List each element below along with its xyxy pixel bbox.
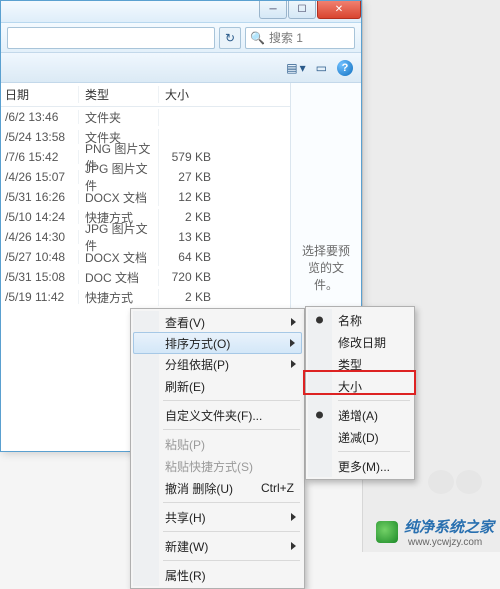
preview-pane-button[interactable]: ▭: [316, 61, 327, 75]
table-row[interactable]: /5/31 16:26DOCX 文档12 KB: [1, 187, 290, 207]
column-headers[interactable]: 日期 类型 大小: [1, 83, 290, 107]
preview-icon: ▭: [316, 61, 327, 75]
view-icon: ▤: [286, 61, 297, 75]
sort-submenu: 名称 修改日期 类型 大小 递增(A) 递减(D) 更多(M)...: [305, 306, 415, 480]
chevron-right-icon: [291, 513, 296, 521]
maximize-button[interactable]: ☐: [288, 1, 316, 19]
watermark-url: www.ycwjzy.com: [408, 537, 494, 548]
menu-paste: 粘贴(P): [133, 433, 302, 455]
sort-ascending[interactable]: 递增(A): [308, 404, 412, 426]
menu-customize-folder[interactable]: 自定义文件夹(F)...: [133, 404, 302, 426]
sort-type[interactable]: 类型: [308, 353, 412, 375]
view-mode-button[interactable]: ▤ ▾: [286, 61, 305, 75]
search-input[interactable]: 🔍 搜索 1: [245, 27, 355, 49]
preview-placeholder: 选择要预览的文件。: [297, 242, 355, 293]
toolbar: ▤ ▾ ▭ ?: [1, 53, 361, 83]
chevron-right-icon: [291, 542, 296, 550]
navigation-bar: ↻ 🔍 搜索 1: [1, 23, 361, 53]
context-menu: 查看(V) 排序方式(O) 分组依据(P) 刷新(E) 自定义文件夹(F)...…: [130, 308, 305, 589]
search-placeholder: 搜索 1: [269, 29, 303, 46]
sort-size[interactable]: 大小: [308, 375, 412, 397]
decorative-paws: [430, 472, 480, 492]
sort-modified-date[interactable]: 修改日期: [308, 331, 412, 353]
watermark: 纯净系统之家 www.ycwjzy.com: [376, 516, 494, 548]
radio-checked-icon: [316, 412, 323, 419]
close-button[interactable]: ✕: [317, 1, 361, 19]
table-row[interactable]: /6/2 13:46文件夹: [1, 107, 290, 127]
radio-checked-icon: [316, 317, 323, 324]
table-row[interactable]: /5/27 10:48DOCX 文档64 KB: [1, 247, 290, 267]
header-type[interactable]: 类型: [79, 86, 159, 103]
header-date[interactable]: 日期: [1, 86, 79, 103]
chevron-right-icon: [291, 318, 296, 326]
minimize-button[interactable]: ─: [259, 1, 287, 19]
chevron-right-icon: [290, 339, 295, 347]
watermark-title: 纯净系统之家: [404, 516, 494, 537]
menu-refresh[interactable]: 刷新(E): [133, 375, 302, 397]
menu-properties[interactable]: 属性(R): [133, 564, 302, 586]
watermark-logo-icon: [376, 521, 398, 543]
sort-descending[interactable]: 递减(D): [308, 426, 412, 448]
table-row[interactable]: /4/26 15:07JPG 图片文件27 KB: [1, 167, 290, 187]
sort-more[interactable]: 更多(M)...: [308, 455, 412, 477]
sort-name[interactable]: 名称: [308, 309, 412, 331]
titlebar: ─ ☐ ✕: [1, 1, 361, 23]
menu-new[interactable]: 新建(W): [133, 535, 302, 557]
table-row[interactable]: /4/26 14:30JPG 图片文件13 KB: [1, 227, 290, 247]
menu-undo-delete[interactable]: 撤消 删除(U)Ctrl+Z: [133, 477, 302, 499]
search-icon: 🔍: [250, 31, 265, 45]
accelerator-label: Ctrl+Z: [261, 481, 294, 495]
chevron-down-icon: ▾: [300, 61, 306, 75]
menu-share[interactable]: 共享(H): [133, 506, 302, 528]
menu-sort[interactable]: 排序方式(O): [133, 332, 302, 354]
help-button[interactable]: ?: [337, 60, 353, 76]
table-row[interactable]: /5/31 15:08DOC 文档720 KB: [1, 267, 290, 287]
refresh-button[interactable]: ↻: [219, 27, 241, 49]
menu-paste-shortcut: 粘贴快捷方式(S): [133, 455, 302, 477]
menu-view[interactable]: 查看(V): [133, 311, 302, 333]
menu-group[interactable]: 分组依据(P): [133, 353, 302, 375]
address-bar[interactable]: [7, 27, 215, 49]
table-row[interactable]: /5/19 11:42快捷方式2 KB: [1, 287, 290, 307]
chevron-right-icon: [291, 360, 296, 368]
header-size[interactable]: 大小: [159, 86, 219, 103]
